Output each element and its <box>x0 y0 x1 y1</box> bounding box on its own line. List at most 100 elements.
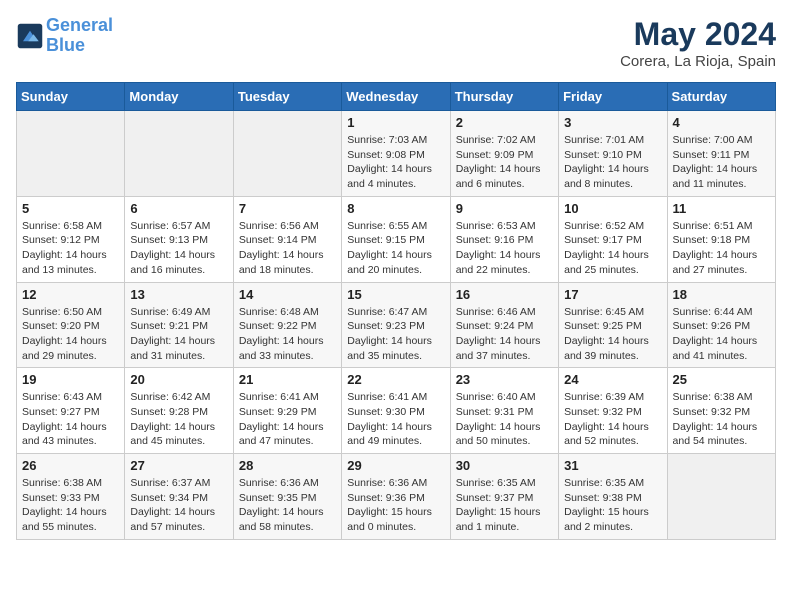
calendar-cell: 2 Sunrise: 7:02 AMSunset: 9:09 PMDaylight… <box>450 111 558 197</box>
day-info: Sunrise: 6:35 AMSunset: 9:38 PMDaylight:… <box>564 476 661 535</box>
day-info: Sunrise: 7:01 AMSunset: 9:10 PMDaylight:… <box>564 133 661 192</box>
day-info: Sunrise: 6:46 AMSunset: 9:24 PMDaylight:… <box>456 305 553 364</box>
calendar-cell: 20 Sunrise: 6:42 AMSunset: 9:28 PMDayligh… <box>125 368 233 454</box>
day-info: Sunrise: 6:45 AMSunset: 9:25 PMDaylight:… <box>564 305 661 364</box>
day-number: 7 <box>239 201 336 216</box>
weekday-header-friday: Friday <box>559 83 667 111</box>
day-number: 3 <box>564 115 661 130</box>
calendar-cell: 24 Sunrise: 6:39 AMSunset: 9:32 PMDayligh… <box>559 368 667 454</box>
day-info: Sunrise: 7:03 AMSunset: 9:08 PMDaylight:… <box>347 133 444 192</box>
day-info: Sunrise: 6:39 AMSunset: 9:32 PMDaylight:… <box>564 390 661 449</box>
weekday-header-saturday: Saturday <box>667 83 775 111</box>
day-number: 14 <box>239 287 336 302</box>
day-number: 28 <box>239 458 336 473</box>
calendar-cell: 16 Sunrise: 6:46 AMSunset: 9:24 PMDayligh… <box>450 282 558 368</box>
calendar-cell: 14 Sunrise: 6:48 AMSunset: 9:22 PMDayligh… <box>233 282 341 368</box>
calendar-table: SundayMondayTuesdayWednesdayThursdayFrid… <box>16 82 776 540</box>
calendar-cell: 3 Sunrise: 7:01 AMSunset: 9:10 PMDaylight… <box>559 111 667 197</box>
weekday-header-sunday: Sunday <box>17 83 125 111</box>
calendar-cell: 17 Sunrise: 6:45 AMSunset: 9:25 PMDayligh… <box>559 282 667 368</box>
day-info: Sunrise: 6:35 AMSunset: 9:37 PMDaylight:… <box>456 476 553 535</box>
day-number: 20 <box>130 372 227 387</box>
calendar-cell: 22Sunrise: 6:41 AMSunset: 9:30 PMDayligh… <box>342 368 450 454</box>
day-number: 11 <box>673 201 770 216</box>
calendar-cell: 27 Sunrise: 6:37 AMSunset: 9:34 PMDayligh… <box>125 454 233 540</box>
logo-text: GeneralBlue <box>46 16 113 56</box>
calendar-body: 1 Sunrise: 7:03 AMSunset: 9:08 PMDaylight… <box>17 111 776 540</box>
day-number: 17 <box>564 287 661 302</box>
calendar-cell: 19 Sunrise: 6:43 AMSunset: 9:27 PMDayligh… <box>17 368 125 454</box>
calendar-week-row: 26 Sunrise: 6:38 AMSunset: 9:33 PMDayligh… <box>17 454 776 540</box>
logo-icon <box>16 22 44 50</box>
day-number: 10 <box>564 201 661 216</box>
day-info: Sunrise: 6:38 AMSunset: 9:33 PMDaylight:… <box>22 476 119 535</box>
title-block: May 2024 Corera, La Rioja, Spain <box>620 16 776 70</box>
calendar-cell: 4Sunrise: 7:00 AMSunset: 9:11 PMDaylight… <box>667 111 775 197</box>
day-number: 22 <box>347 372 444 387</box>
day-info: Sunrise: 6:44 AMSunset: 9:26 PMDaylight:… <box>673 305 770 364</box>
day-info: Sunrise: 6:48 AMSunset: 9:22 PMDaylight:… <box>239 305 336 364</box>
calendar-cell: 1 Sunrise: 7:03 AMSunset: 9:08 PMDaylight… <box>342 111 450 197</box>
weekday-header-thursday: Thursday <box>450 83 558 111</box>
day-number: 24 <box>564 372 661 387</box>
day-number: 1 <box>347 115 444 130</box>
day-number: 16 <box>456 287 553 302</box>
calendar-cell: 5Sunrise: 6:58 AMSunset: 9:12 PMDaylight… <box>17 196 125 282</box>
calendar-location: Corera, La Rioja, Spain <box>620 53 776 70</box>
weekday-header-row: SundayMondayTuesdayWednesdayThursdayFrid… <box>17 83 776 111</box>
day-info: Sunrise: 7:02 AMSunset: 9:09 PMDaylight:… <box>456 133 553 192</box>
day-number: 31 <box>564 458 661 473</box>
calendar-cell: 26 Sunrise: 6:38 AMSunset: 9:33 PMDayligh… <box>17 454 125 540</box>
day-info: Sunrise: 6:58 AMSunset: 9:12 PMDaylight:… <box>22 219 119 278</box>
day-number: 29 <box>347 458 444 473</box>
calendar-cell: 15 Sunrise: 6:47 AMSunset: 9:23 PMDayligh… <box>342 282 450 368</box>
day-info: Sunrise: 6:55 AMSunset: 9:15 PMDaylight:… <box>347 219 444 278</box>
day-info: Sunrise: 6:41 AMSunset: 9:29 PMDaylight:… <box>239 390 336 449</box>
calendar-cell: 29 Sunrise: 6:36 AMSunset: 9:36 PMDayligh… <box>342 454 450 540</box>
weekday-header-tuesday: Tuesday <box>233 83 341 111</box>
logo: GeneralBlue <box>16 16 113 56</box>
day-number: 26 <box>22 458 119 473</box>
calendar-cell: 6 Sunrise: 6:57 AMSunset: 9:13 PMDaylight… <box>125 196 233 282</box>
day-info: Sunrise: 6:36 AMSunset: 9:36 PMDaylight:… <box>347 476 444 535</box>
calendar-week-row: 19 Sunrise: 6:43 AMSunset: 9:27 PMDayligh… <box>17 368 776 454</box>
day-number: 30 <box>456 458 553 473</box>
day-info: Sunrise: 6:42 AMSunset: 9:28 PMDaylight:… <box>130 390 227 449</box>
day-info: Sunrise: 6:51 AMSunset: 9:18 PMDaylight:… <box>673 219 770 278</box>
calendar-cell: 12Sunrise: 6:50 AMSunset: 9:20 PMDayligh… <box>17 282 125 368</box>
day-info: Sunrise: 6:56 AMSunset: 9:14 PMDaylight:… <box>239 219 336 278</box>
day-info: Sunrise: 6:47 AMSunset: 9:23 PMDaylight:… <box>347 305 444 364</box>
calendar-cell: 11 Sunrise: 6:51 AMSunset: 9:18 PMDayligh… <box>667 196 775 282</box>
day-number: 27 <box>130 458 227 473</box>
day-info: Sunrise: 6:38 AMSunset: 9:32 PMDaylight:… <box>673 390 770 449</box>
day-number: 15 <box>347 287 444 302</box>
weekday-header-monday: Monday <box>125 83 233 111</box>
day-number: 9 <box>456 201 553 216</box>
calendar-week-row: 5Sunrise: 6:58 AMSunset: 9:12 PMDaylight… <box>17 196 776 282</box>
day-info: Sunrise: 6:43 AMSunset: 9:27 PMDaylight:… <box>22 390 119 449</box>
day-number: 4 <box>673 115 770 130</box>
day-info: Sunrise: 6:52 AMSunset: 9:17 PMDaylight:… <box>564 219 661 278</box>
day-number: 13 <box>130 287 227 302</box>
calendar-cell: 23Sunrise: 6:40 AMSunset: 9:31 PMDayligh… <box>450 368 558 454</box>
day-info: Sunrise: 6:49 AMSunset: 9:21 PMDaylight:… <box>130 305 227 364</box>
calendar-week-row: 1 Sunrise: 7:03 AMSunset: 9:08 PMDaylight… <box>17 111 776 197</box>
day-number: 19 <box>22 372 119 387</box>
calendar-week-row: 12Sunrise: 6:50 AMSunset: 9:20 PMDayligh… <box>17 282 776 368</box>
calendar-cell: 18 Sunrise: 6:44 AMSunset: 9:26 PMDayligh… <box>667 282 775 368</box>
calendar-cell: 13 Sunrise: 6:49 AMSunset: 9:21 PMDayligh… <box>125 282 233 368</box>
day-number: 25 <box>673 372 770 387</box>
calendar-cell: 30 Sunrise: 6:35 AMSunset: 9:37 PMDayligh… <box>450 454 558 540</box>
day-info: Sunrise: 6:36 AMSunset: 9:35 PMDaylight:… <box>239 476 336 535</box>
calendar-cell <box>125 111 233 197</box>
day-info: Sunrise: 6:37 AMSunset: 9:34 PMDaylight:… <box>130 476 227 535</box>
calendar-cell: 8Sunrise: 6:55 AMSunset: 9:15 PMDaylight… <box>342 196 450 282</box>
day-info: Sunrise: 6:57 AMSunset: 9:13 PMDaylight:… <box>130 219 227 278</box>
day-number: 2 <box>456 115 553 130</box>
calendar-cell <box>17 111 125 197</box>
calendar-cell <box>233 111 341 197</box>
day-number: 6 <box>130 201 227 216</box>
day-number: 21 <box>239 372 336 387</box>
day-number: 12 <box>22 287 119 302</box>
day-number: 18 <box>673 287 770 302</box>
